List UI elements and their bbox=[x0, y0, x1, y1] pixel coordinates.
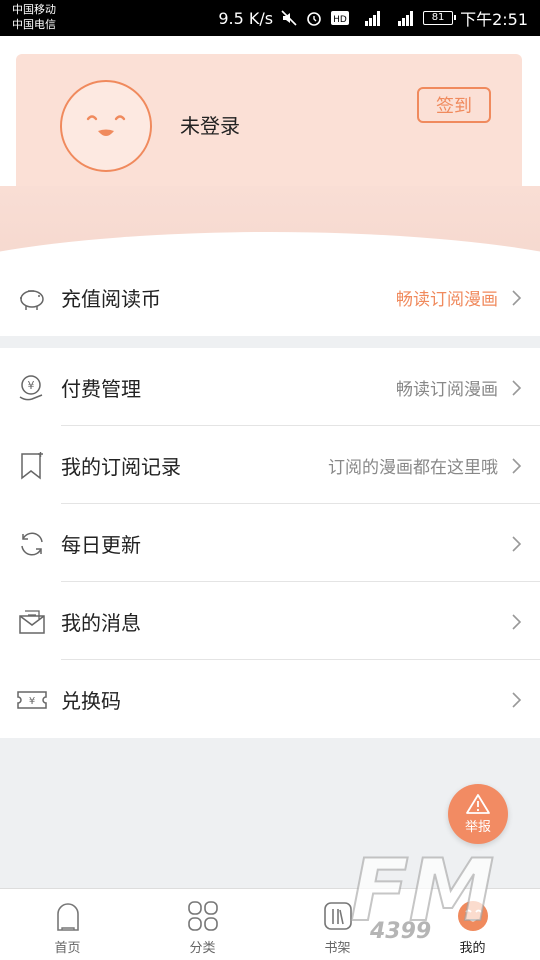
menu-label: 每日更新 bbox=[61, 532, 141, 557]
menu-hint: 畅读订阅漫画 bbox=[396, 289, 498, 310]
status-bar: 中国移动 中国电信 9.5 K/s HD 81 下午2:51 bbox=[0, 0, 540, 36]
chevron-right-icon bbox=[512, 614, 522, 630]
tab-label: 书架 bbox=[324, 941, 351, 956]
smile-face-icon bbox=[86, 115, 126, 136]
menu-item-recharge[interactable]: 充值阅读币 畅读订阅漫画 bbox=[0, 258, 540, 336]
menu-label: 我的消息 bbox=[61, 610, 141, 635]
svg-text:HD: HD bbox=[333, 15, 347, 25]
bookshelf-icon bbox=[321, 899, 355, 933]
menu-hint: 畅读订阅漫画 bbox=[396, 379, 498, 400]
signal-4g-icon bbox=[357, 9, 383, 27]
tab-home[interactable]: 首页 bbox=[0, 889, 135, 960]
menu-label: 充值阅读币 bbox=[61, 286, 161, 311]
tab-profile[interactable]: 我的 bbox=[405, 889, 540, 960]
chevron-right-icon bbox=[512, 380, 522, 396]
chevron-right-icon bbox=[512, 458, 522, 474]
menu-item-daily-update[interactable]: 每日更新 bbox=[0, 504, 540, 582]
menu-item-subscriptions[interactable]: 我的订阅记录 订阅的漫画都在这里哦 bbox=[0, 426, 540, 504]
hd-icon: HD bbox=[330, 10, 350, 26]
tab-bookshelf[interactable]: 书架 bbox=[270, 889, 405, 960]
menu-item-payment[interactable]: ¥ 付费管理 畅读订阅漫画 bbox=[0, 348, 540, 426]
menu-label: 兑换码 bbox=[61, 688, 121, 713]
tab-label: 首页 bbox=[54, 941, 81, 956]
net-speed: 9.5 K/s bbox=[218, 8, 274, 28]
menu-hint: 订阅的漫画都在这里哦 bbox=[328, 457, 498, 478]
bottom-nav: 首页 分类 书架 我的 bbox=[0, 888, 540, 960]
main-menu: ¥ 付费管理 畅读订阅漫画 我的订阅记录 订阅的漫画都在这里哦 每日更新 我的消… bbox=[0, 348, 540, 738]
tab-label: 我的 bbox=[459, 941, 486, 956]
clock: 下午2:51 bbox=[460, 10, 528, 29]
svg-text:¥: ¥ bbox=[29, 696, 35, 707]
category-icon bbox=[186, 899, 220, 933]
menu-label: 付费管理 bbox=[61, 376, 141, 401]
yen-hand-icon: ¥ bbox=[16, 372, 48, 404]
refresh-icon bbox=[16, 528, 48, 560]
chevron-right-icon bbox=[512, 692, 522, 708]
recharge-section: 充值阅读币 畅读订阅漫画 bbox=[0, 258, 540, 336]
piggy-bank-icon bbox=[16, 282, 48, 314]
home-icon bbox=[51, 899, 85, 933]
tab-category[interactable]: 分类 bbox=[135, 889, 270, 960]
signal-2g-icon bbox=[390, 9, 416, 27]
ticket-icon: ¥ bbox=[16, 684, 48, 716]
report-label: 举报 bbox=[464, 820, 491, 835]
carrier-info: 中国移动 中国电信 bbox=[12, 2, 56, 32]
report-button[interactable]: 举报 bbox=[448, 784, 508, 844]
menu-label: 我的订阅记录 bbox=[61, 454, 181, 479]
profile-icon bbox=[456, 899, 490, 933]
mute-icon bbox=[280, 9, 298, 27]
warning-icon bbox=[466, 794, 490, 814]
alarm-icon bbox=[305, 9, 323, 27]
carrier-2: 中国电信 bbox=[12, 18, 56, 31]
battery-indicator: 81 bbox=[423, 11, 457, 25]
chevron-right-icon bbox=[512, 536, 522, 552]
bookmark-icon bbox=[16, 450, 48, 482]
carrier-1: 中国移动 bbox=[12, 3, 56, 16]
svg-text:¥: ¥ bbox=[28, 379, 35, 392]
menu-item-redeem-code[interactable]: ¥ 兑换码 bbox=[0, 660, 540, 738]
mail-icon bbox=[16, 606, 48, 638]
login-status[interactable]: 未登录 bbox=[180, 110, 240, 139]
chevron-right-icon bbox=[512, 290, 522, 306]
tab-label: 分类 bbox=[189, 941, 216, 956]
avatar[interactable] bbox=[60, 80, 152, 172]
signin-button[interactable]: 签到 bbox=[417, 87, 491, 123]
menu-item-messages[interactable]: 我的消息 bbox=[0, 582, 540, 660]
profile-header: 未登录 签到 bbox=[0, 36, 540, 260]
